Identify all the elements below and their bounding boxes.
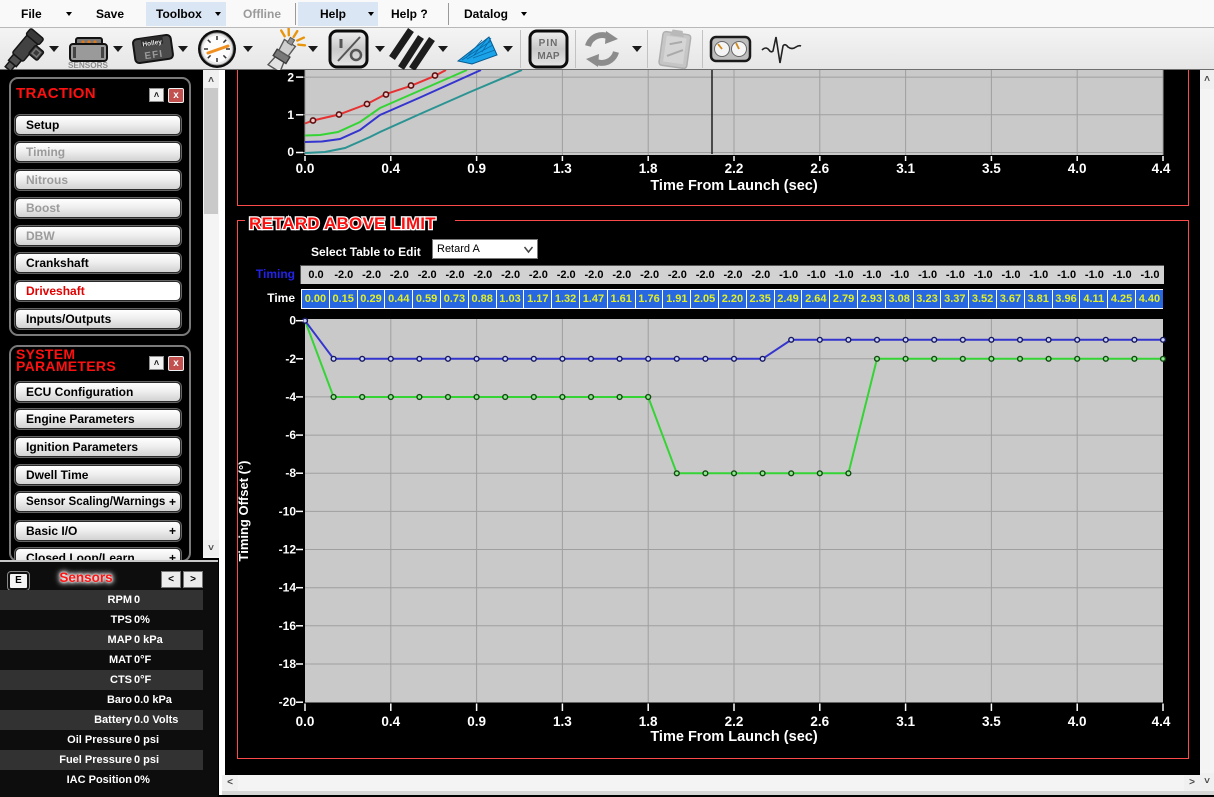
svg-text:3.5: 3.5 [982, 714, 1001, 729]
svg-text:4.0: 4.0 [1068, 161, 1087, 176]
svg-text:0: 0 [289, 314, 296, 328]
svg-text:3.5: 3.5 [982, 161, 1001, 176]
svg-text:0.4: 0.4 [381, 714, 400, 729]
svg-text:Time From Launch (sec): Time From Launch (sec) [650, 178, 817, 194]
svg-text:Time From Launch (sec): Time From Launch (sec) [650, 729, 817, 745]
svg-text:-16: -16 [279, 619, 297, 633]
svg-text:2.2: 2.2 [725, 161, 744, 176]
svg-text:MAP: MAP [537, 51, 560, 62]
svg-text:-12: -12 [279, 543, 297, 557]
svg-text:Timing Offset (°): Timing Offset (°) [236, 460, 251, 561]
svg-text:2.6: 2.6 [810, 161, 829, 176]
svg-text:-2: -2 [285, 352, 296, 366]
svg-text:SENSORS: SENSORS [68, 61, 109, 70]
svg-text:PIN: PIN [539, 38, 559, 49]
svg-text:0.4: 0.4 [381, 161, 400, 176]
svg-text:0.0: 0.0 [296, 161, 315, 176]
svg-text:3.1: 3.1 [896, 714, 915, 729]
svg-text:0.0: 0.0 [296, 714, 315, 729]
svg-text:-4: -4 [285, 390, 296, 404]
svg-text:1.8: 1.8 [639, 161, 658, 176]
svg-text:-6: -6 [285, 428, 296, 442]
svg-text:0: 0 [287, 145, 294, 159]
svg-text:4.4: 4.4 [1152, 714, 1171, 729]
svg-text:4.4: 4.4 [1152, 161, 1171, 176]
svg-text:4.0: 4.0 [1068, 714, 1087, 729]
svg-text:-14: -14 [279, 581, 297, 595]
svg-text:2.6: 2.6 [810, 714, 829, 729]
svg-text:0.9: 0.9 [467, 714, 486, 729]
svg-text:2: 2 [287, 71, 294, 85]
svg-text:3.1: 3.1 [896, 161, 915, 176]
svg-text:-18: -18 [279, 657, 297, 671]
svg-text:1: 1 [287, 108, 294, 122]
svg-text:RETARD ABOVE LIMIT: RETARD ABOVE LIMIT [249, 214, 436, 233]
svg-text:2.2: 2.2 [725, 714, 744, 729]
svg-text:1.8: 1.8 [639, 714, 658, 729]
svg-text:0.9: 0.9 [467, 161, 486, 176]
svg-text:-8: -8 [285, 466, 296, 480]
svg-text:-10: -10 [279, 504, 297, 518]
svg-text:1.3: 1.3 [553, 161, 572, 176]
svg-text:1.3: 1.3 [553, 714, 572, 729]
svg-text:-20: -20 [279, 695, 297, 709]
